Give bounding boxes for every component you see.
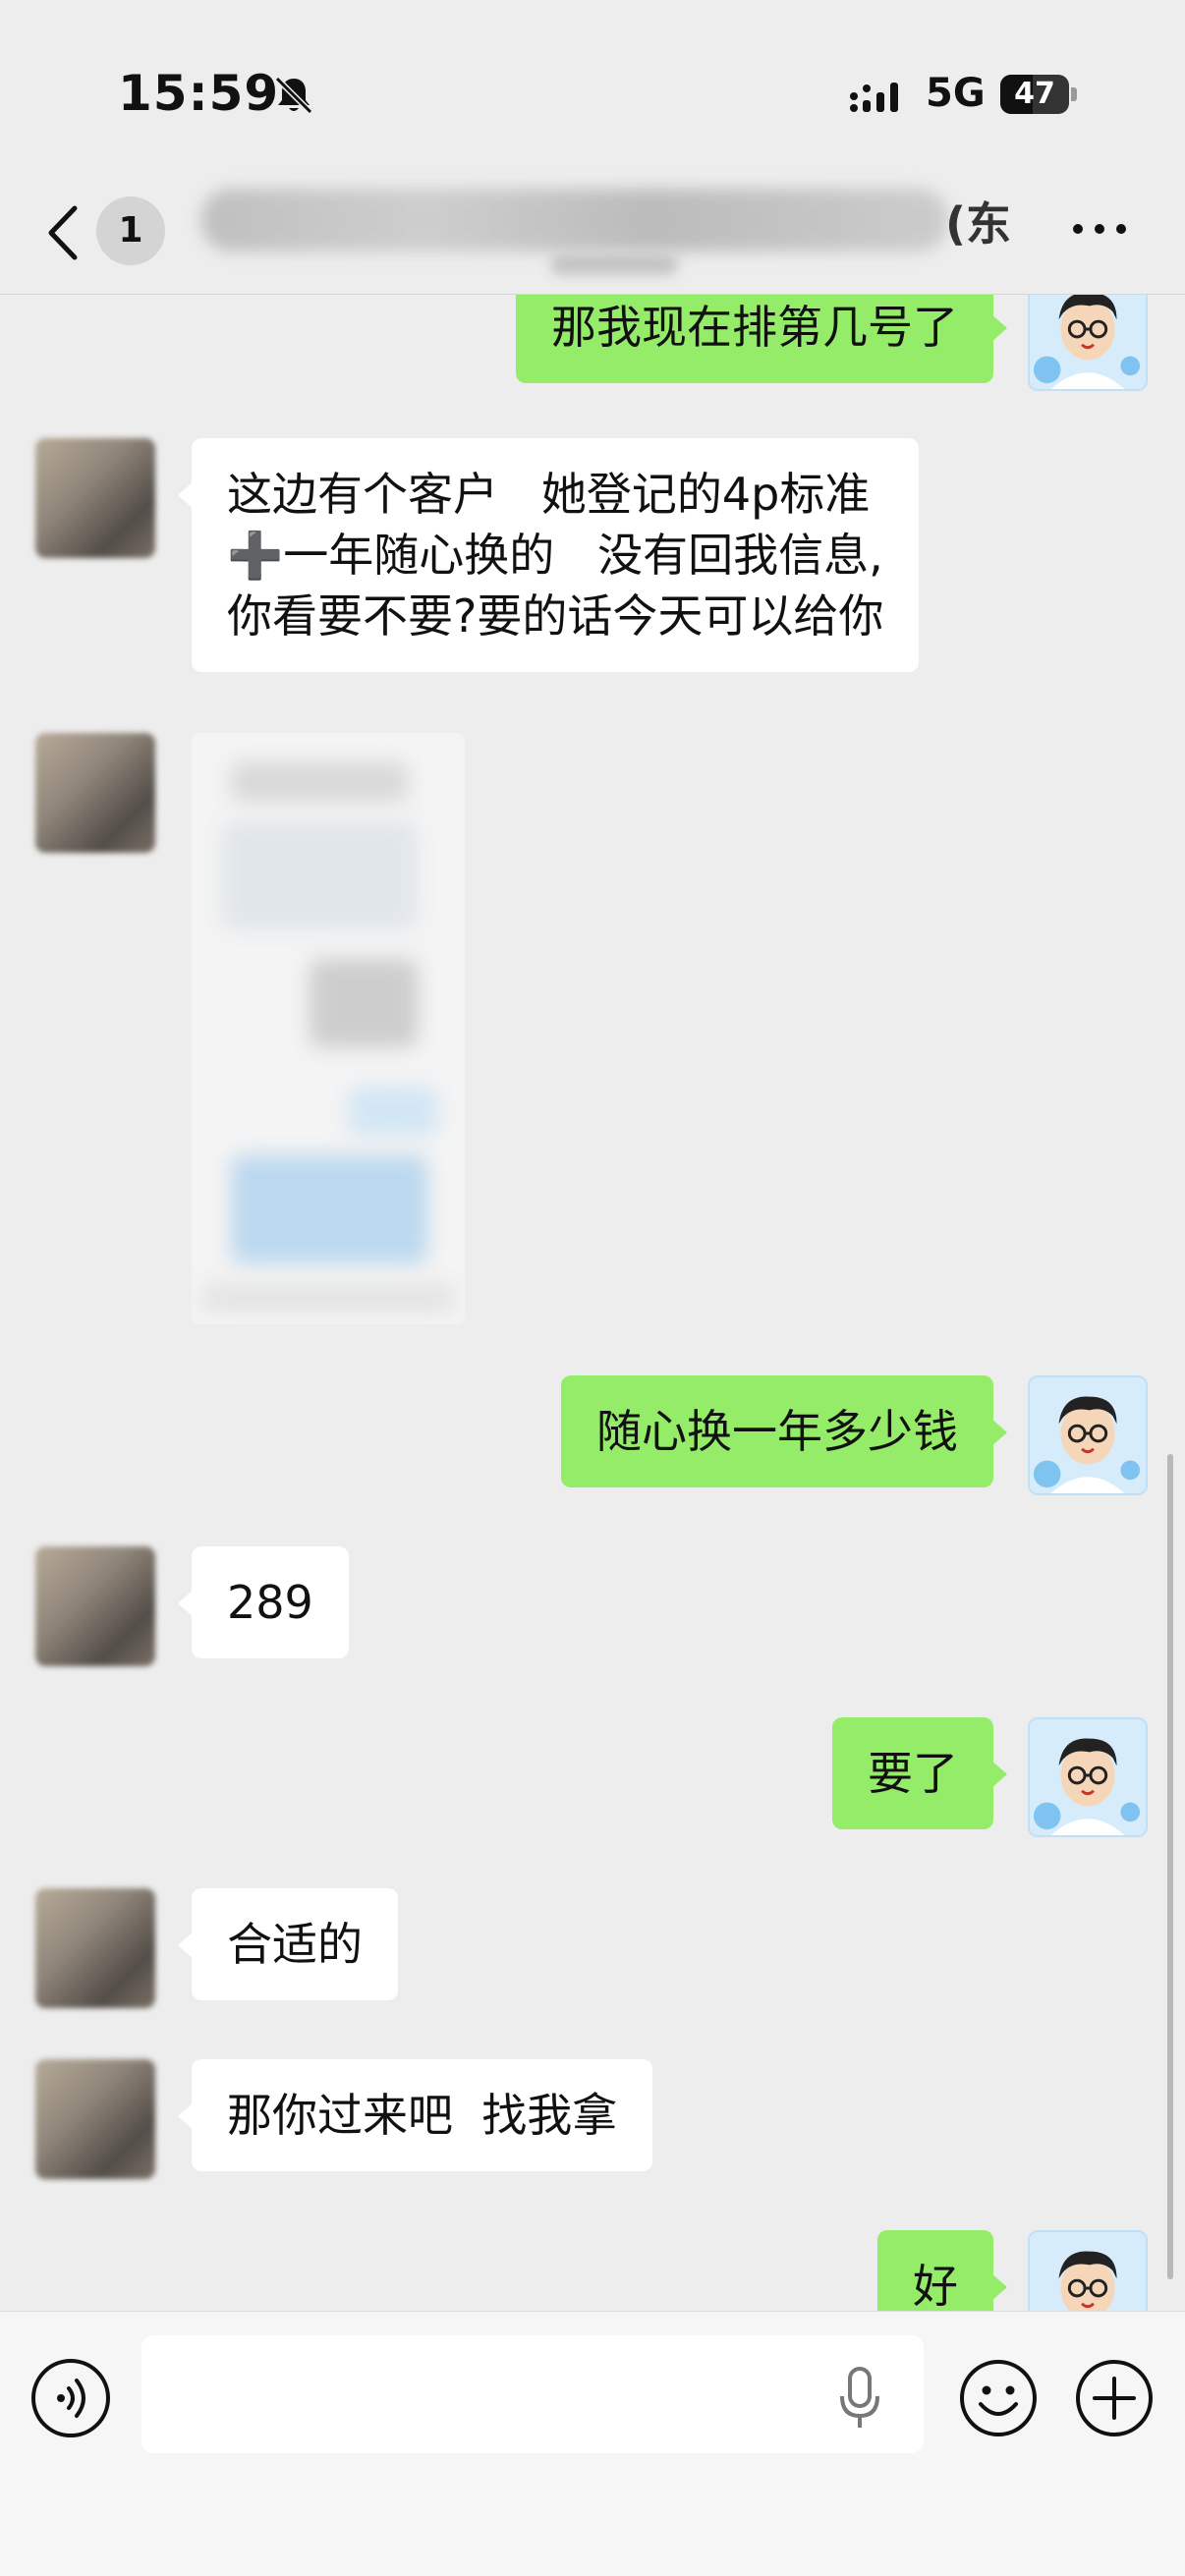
- cartoon-avatar-icon: [1030, 295, 1146, 389]
- bell-slash-icon: [274, 76, 313, 115]
- message-bubble-incoming[interactable]: 289: [178, 1546, 349, 1658]
- mic-icon[interactable]: [835, 2363, 884, 2432]
- voice-toggle-button[interactable]: [31, 2359, 110, 2437]
- battery-icon: 47: [1000, 75, 1077, 114]
- network-type: 5G: [926, 71, 986, 116]
- cartoon-avatar-icon: [1030, 1719, 1146, 1835]
- my-avatar[interactable]: [1028, 2230, 1148, 2311]
- contact-avatar[interactable]: [35, 1546, 155, 1666]
- scrollbar[interactable]: [1167, 1454, 1173, 2279]
- voice-icon: [57, 2379, 85, 2418]
- image-message[interactable]: [192, 733, 465, 1324]
- chat-title[interactable]: (东: [945, 189, 1011, 253]
- my-avatar[interactable]: [1028, 295, 1148, 391]
- message-bubble-outgoing[interactable]: 要了: [832, 1717, 1007, 1829]
- signal-icon: [850, 83, 898, 112]
- status-bar: 15:59 5G 47: [0, 0, 1185, 167]
- message-bubble-outgoing[interactable]: 随心换一年多少钱: [561, 1375, 1007, 1487]
- battery-percent: 47: [1014, 77, 1055, 111]
- input-bar: [0, 2311, 1185, 2576]
- cartoon-avatar-icon: [1030, 1377, 1146, 1493]
- chat-title-redacted: [201, 189, 948, 252]
- my-avatar[interactable]: [1028, 1375, 1148, 1495]
- ellipsis-icon[interactable]: [1071, 218, 1130, 238]
- message-bubble-incoming[interactable]: 那你过来吧 找我拿: [177, 2059, 653, 2171]
- chevron-left-icon[interactable]: [39, 198, 88, 267]
- message-bubble-incoming[interactable]: 合适的: [178, 1888, 398, 2000]
- plus-icon[interactable]: [1073, 2357, 1156, 2439]
- cartoon-avatar-icon: [1030, 2232, 1146, 2311]
- message-input[interactable]: [141, 2335, 924, 2453]
- message-bubble-outgoing[interactable]: 好: [877, 2230, 1007, 2311]
- status-time: 15:59: [118, 65, 280, 122]
- contact-avatar[interactable]: [35, 1888, 155, 2008]
- message-bubble-incoming[interactable]: 这边有个客户 她登记的4p标准 ➕一年随心换的 没有回我信息, 你看要不要?要的…: [177, 438, 920, 672]
- contact-avatar[interactable]: [35, 438, 155, 558]
- my-avatar[interactable]: [1028, 1717, 1148, 1837]
- message-bubble-outgoing[interactable]: 那我现在排第几号了: [516, 295, 1007, 383]
- emoji-icon[interactable]: [957, 2357, 1040, 2439]
- chat-subtitle-redacted: [550, 253, 678, 275]
- chat-header: 1 (东: [0, 167, 1185, 295]
- message-list[interactable]: 那我现在排第几号了 这边有个客户 她登记的4p标准 ➕一年随心换的 没有回我信息…: [0, 295, 1185, 2311]
- contact-avatar[interactable]: [35, 733, 155, 853]
- unread-badge[interactable]: 1: [96, 196, 165, 265]
- contact-avatar[interactable]: [35, 2059, 155, 2179]
- chat-screen: 15:59 5G 47 1 (东 那我现在排第几号了 这边有个客户 她登记的4p…: [0, 0, 1185, 2576]
